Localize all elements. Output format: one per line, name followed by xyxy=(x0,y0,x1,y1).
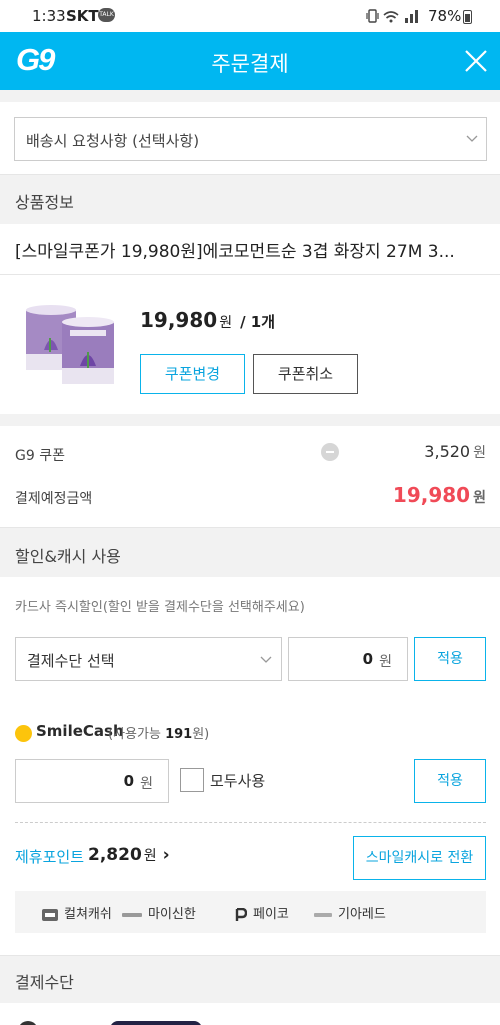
divider xyxy=(0,274,500,275)
payment-section-title: 결제수단 xyxy=(15,973,74,992)
partner-label: 페이코 xyxy=(253,907,289,922)
card-discount-amount: 0 xyxy=(362,650,373,668)
partner-point-value[interactable]: 2,820 원 › xyxy=(88,845,170,865)
use-all-label[interactable]: 모두사용 xyxy=(210,770,265,791)
available-amount: 191 xyxy=(165,727,193,742)
status-time: 1:33 xyxy=(32,7,66,25)
available-suffix: 원) xyxy=(192,727,210,742)
product-price: 19,980 xyxy=(140,308,218,332)
status-carrier: SKT xyxy=(66,7,99,25)
card-discount-apply-button[interactable]: 적용 xyxy=(414,637,486,681)
signal-icons xyxy=(366,8,422,28)
coupon-change-button[interactable]: 쿠폰변경 xyxy=(140,354,245,394)
divider xyxy=(0,414,500,426)
page-title: 주문결제 xyxy=(211,52,289,76)
partner-point-label: 제휴포인트 xyxy=(15,848,85,866)
chevron-right-icon: › xyxy=(162,845,170,865)
expected-payment-value: 19,980 원 xyxy=(393,483,486,507)
partner-culture-cash[interactable]: 컬쳐캐쉬 xyxy=(42,903,112,922)
payment-method-label: 결제수단 선택 xyxy=(27,652,115,670)
point-amount: 2,820 xyxy=(88,845,142,865)
smilecash-available: (사용가능 191원) xyxy=(108,723,209,742)
payco-icon xyxy=(235,907,247,921)
chevron-down-icon xyxy=(466,135,478,142)
smilecash-apply-button[interactable]: 적용 xyxy=(414,759,486,803)
radio-icon[interactable] xyxy=(18,1021,38,1025)
talk-badge-icon: TALK xyxy=(98,8,115,22)
chevron-down-icon xyxy=(260,656,272,663)
partner-label: 마이신한 xyxy=(148,907,196,922)
battery-icon xyxy=(463,10,472,24)
partner-label: 기아레드 xyxy=(338,907,386,922)
shinhan-icon xyxy=(122,912,142,917)
close-icon xyxy=(465,50,487,72)
delivery-request-placeholder: 배송시 요청사항 (선택사항) xyxy=(26,132,200,150)
use-all-checkbox[interactable] xyxy=(180,768,204,792)
payment-method-partial xyxy=(0,1003,500,1025)
smile-icon xyxy=(15,725,32,742)
close-button[interactable] xyxy=(462,47,490,75)
product-thumbnail xyxy=(26,305,114,384)
smilecash-unit: 원 xyxy=(140,776,153,792)
g9-coupon-label: G9 쿠폰 xyxy=(15,448,65,464)
expected-amount: 19,980 xyxy=(392,483,471,507)
smilecash-amount-field[interactable]: 0 원 xyxy=(15,759,169,803)
coupon-unit: 원 xyxy=(473,445,486,461)
partner-kia-red[interactable]: 기아레드 xyxy=(314,903,386,922)
coupon-cancel-button[interactable]: 쿠폰취소 xyxy=(253,354,358,394)
culture-cash-icon xyxy=(42,908,58,921)
payment-section-header xyxy=(0,955,500,1003)
g9-coupon-value: 3,520 원 xyxy=(424,442,486,462)
expected-payment-label: 결제예정금액 xyxy=(15,491,93,507)
app-header: G9 주문결제 xyxy=(0,32,500,90)
battery-level: 78% xyxy=(428,7,462,25)
partner-list: 컬쳐캐쉬 마이신한 페이코 기아레드 xyxy=(15,891,486,933)
product-section-header xyxy=(0,174,500,224)
payment-badge[interactable] xyxy=(110,1021,202,1025)
status-bar: 1:33 SKT TALK 78% xyxy=(0,0,500,32)
vibrate-wifi-signal-icon xyxy=(366,9,418,23)
card-discount-amount-field[interactable]: 0 원 xyxy=(288,637,408,681)
payment-method-select[interactable]: 결제수단 선택 xyxy=(15,637,282,681)
partner-my-shinhan[interactable]: 마이신한 xyxy=(122,903,196,922)
coupon-amount: 3,520 xyxy=(424,442,471,461)
card-discount-hint: 카드사 즉시할인(할인 받을 결제수단을 선택해주세요) xyxy=(15,600,305,615)
dashed-divider xyxy=(15,822,486,823)
product-name[interactable]: [스마일쿠폰가 19,980원]에코모먼트순 3겹 화장지 27M 3... xyxy=(15,237,485,262)
card-discount-unit: 원 xyxy=(379,654,392,670)
minus-circle-icon xyxy=(321,443,339,461)
convert-to-smilecash-button[interactable]: 스마일캐시로 전환 xyxy=(353,836,486,880)
available-prefix: (사용가능 xyxy=(108,727,161,742)
kia-red-icon xyxy=(314,912,332,917)
partner-label: 컬쳐캐쉬 xyxy=(64,907,112,922)
smilecash-amount: 0 xyxy=(123,772,134,790)
product-section-title: 상품정보 xyxy=(15,193,74,212)
product-quantity: / 1개 xyxy=(240,313,276,331)
divider xyxy=(0,90,500,102)
delivery-request-select[interactable]: 배송시 요청사항 (선택사항) xyxy=(14,117,487,161)
price-unit: 원 xyxy=(219,315,233,331)
expected-unit: 원 xyxy=(473,490,486,506)
discount-section-title: 할인&캐시 사용 xyxy=(15,547,121,566)
partner-payco[interactable]: 페이코 xyxy=(235,903,289,922)
product-price-line: 19,980 원 / 1개 xyxy=(140,308,275,332)
point-unit: 원 xyxy=(143,848,157,864)
